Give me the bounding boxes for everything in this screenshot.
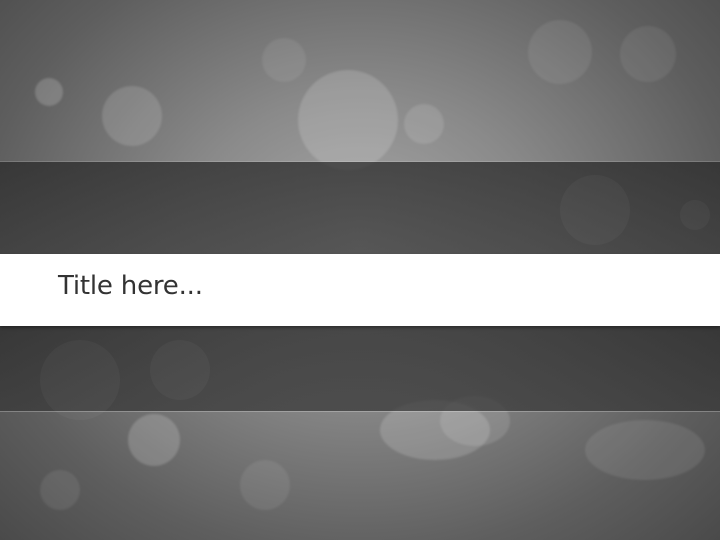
slide-title-placeholder[interactable]: Title here...: [58, 268, 203, 304]
bokeh-circle: [35, 78, 63, 106]
bokeh-circle: [128, 414, 180, 466]
bokeh-circle: [40, 340, 120, 420]
bokeh-circle: [404, 104, 444, 144]
bokeh-circle: [560, 175, 630, 245]
bokeh-circle: [298, 70, 398, 170]
bokeh-circle: [528, 20, 592, 84]
bokeh-circle: [240, 460, 290, 510]
bokeh-circle: [40, 470, 80, 510]
bokeh-circle: [262, 38, 306, 82]
bokeh-circle: [620, 26, 676, 82]
bokeh-circle: [102, 86, 162, 146]
slide-canvas: Title here...: [0, 0, 720, 540]
bokeh-circle: [150, 340, 210, 400]
bokeh-circle: [680, 200, 710, 230]
bokeh-circle: [585, 420, 705, 480]
